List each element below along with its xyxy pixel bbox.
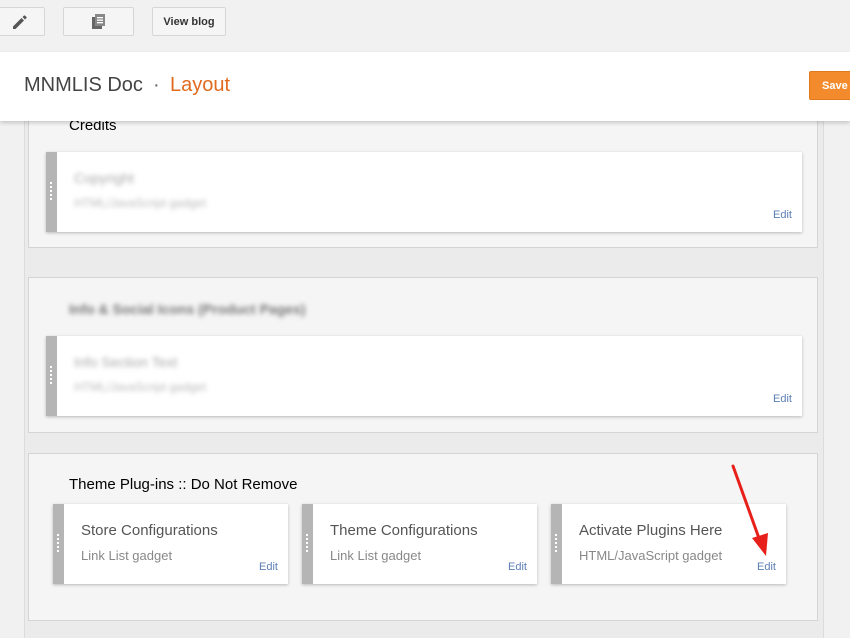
gadget-edit-link[interactable]: Edit [508,561,527,573]
view-blog-button[interactable]: View blog [152,7,226,36]
blog-title: MNMLIS Doc [24,74,143,96]
page-title: Layout [170,74,231,96]
drag-handle[interactable] [551,504,562,584]
gadget-title: Info Section Text [74,354,178,370]
gadget-title: Store Configurations [81,522,218,539]
gadget-info-section-text[interactable]: Info Section Text HTML/JavaScript gadget… [46,336,802,416]
page-header: MNMLIS Doc · Layout [0,52,850,121]
layout-section-credits: Credits Copyright HTML/JavaScript gadget… [28,100,818,248]
gadget-edit-link[interactable]: Edit [773,209,792,221]
gadget-title: Copyright [74,170,134,186]
save-arrangement-button[interactable]: Save a [809,71,850,100]
gadget-copyright[interactable]: Copyright HTML/JavaScript gadget Edit [46,152,802,232]
top-toolbar: View blog [0,0,850,52]
gadget-title: Theme Configurations [330,522,478,539]
gadget-type: Link List gadget [330,548,422,563]
gadget-edit-link[interactable]: Edit [259,561,278,573]
gadget-type: Link List gadget [81,548,173,563]
layout-section-theme-plugins: Theme Plug-ins :: Do Not Remove Store Co… [28,453,818,621]
pencil-icon [12,14,27,29]
section-title: Theme Plug-ins :: Do Not Remove [69,476,298,493]
gadget-theme-configurations[interactable]: Theme Configurations Link List gadget Ed… [302,504,537,584]
gadget-type: HTML/JavaScript gadget [579,548,723,563]
gadget-type: HTML/JavaScript gadget [74,196,207,210]
gadget-type: HTML/JavaScript gadget [74,380,207,394]
gadget-edit-link[interactable]: Edit [773,393,792,405]
title-separator: · [153,74,160,96]
drag-handle[interactable] [53,504,64,584]
section-title: Info & Social Icons (Product Pages) [69,301,306,317]
pages-icon [91,13,105,29]
gadget-edit-link[interactable]: Edit [757,561,776,573]
drag-handle[interactable] [46,336,57,416]
gadget-title: Activate Plugins Here [579,522,723,539]
drag-handle[interactable] [302,504,313,584]
drag-handle[interactable] [46,152,57,232]
gadget-store-configurations[interactable]: Store Configurations Link List gadget Ed… [53,504,288,584]
gadget-activate-plugins-here[interactable]: Activate Plugins Here HTML/JavaScript ga… [551,504,786,584]
layout-section-info-social: Info & Social Icons (Product Pages) Info… [28,277,818,433]
pages-button[interactable] [63,7,134,36]
edit-post-button[interactable] [0,7,45,36]
